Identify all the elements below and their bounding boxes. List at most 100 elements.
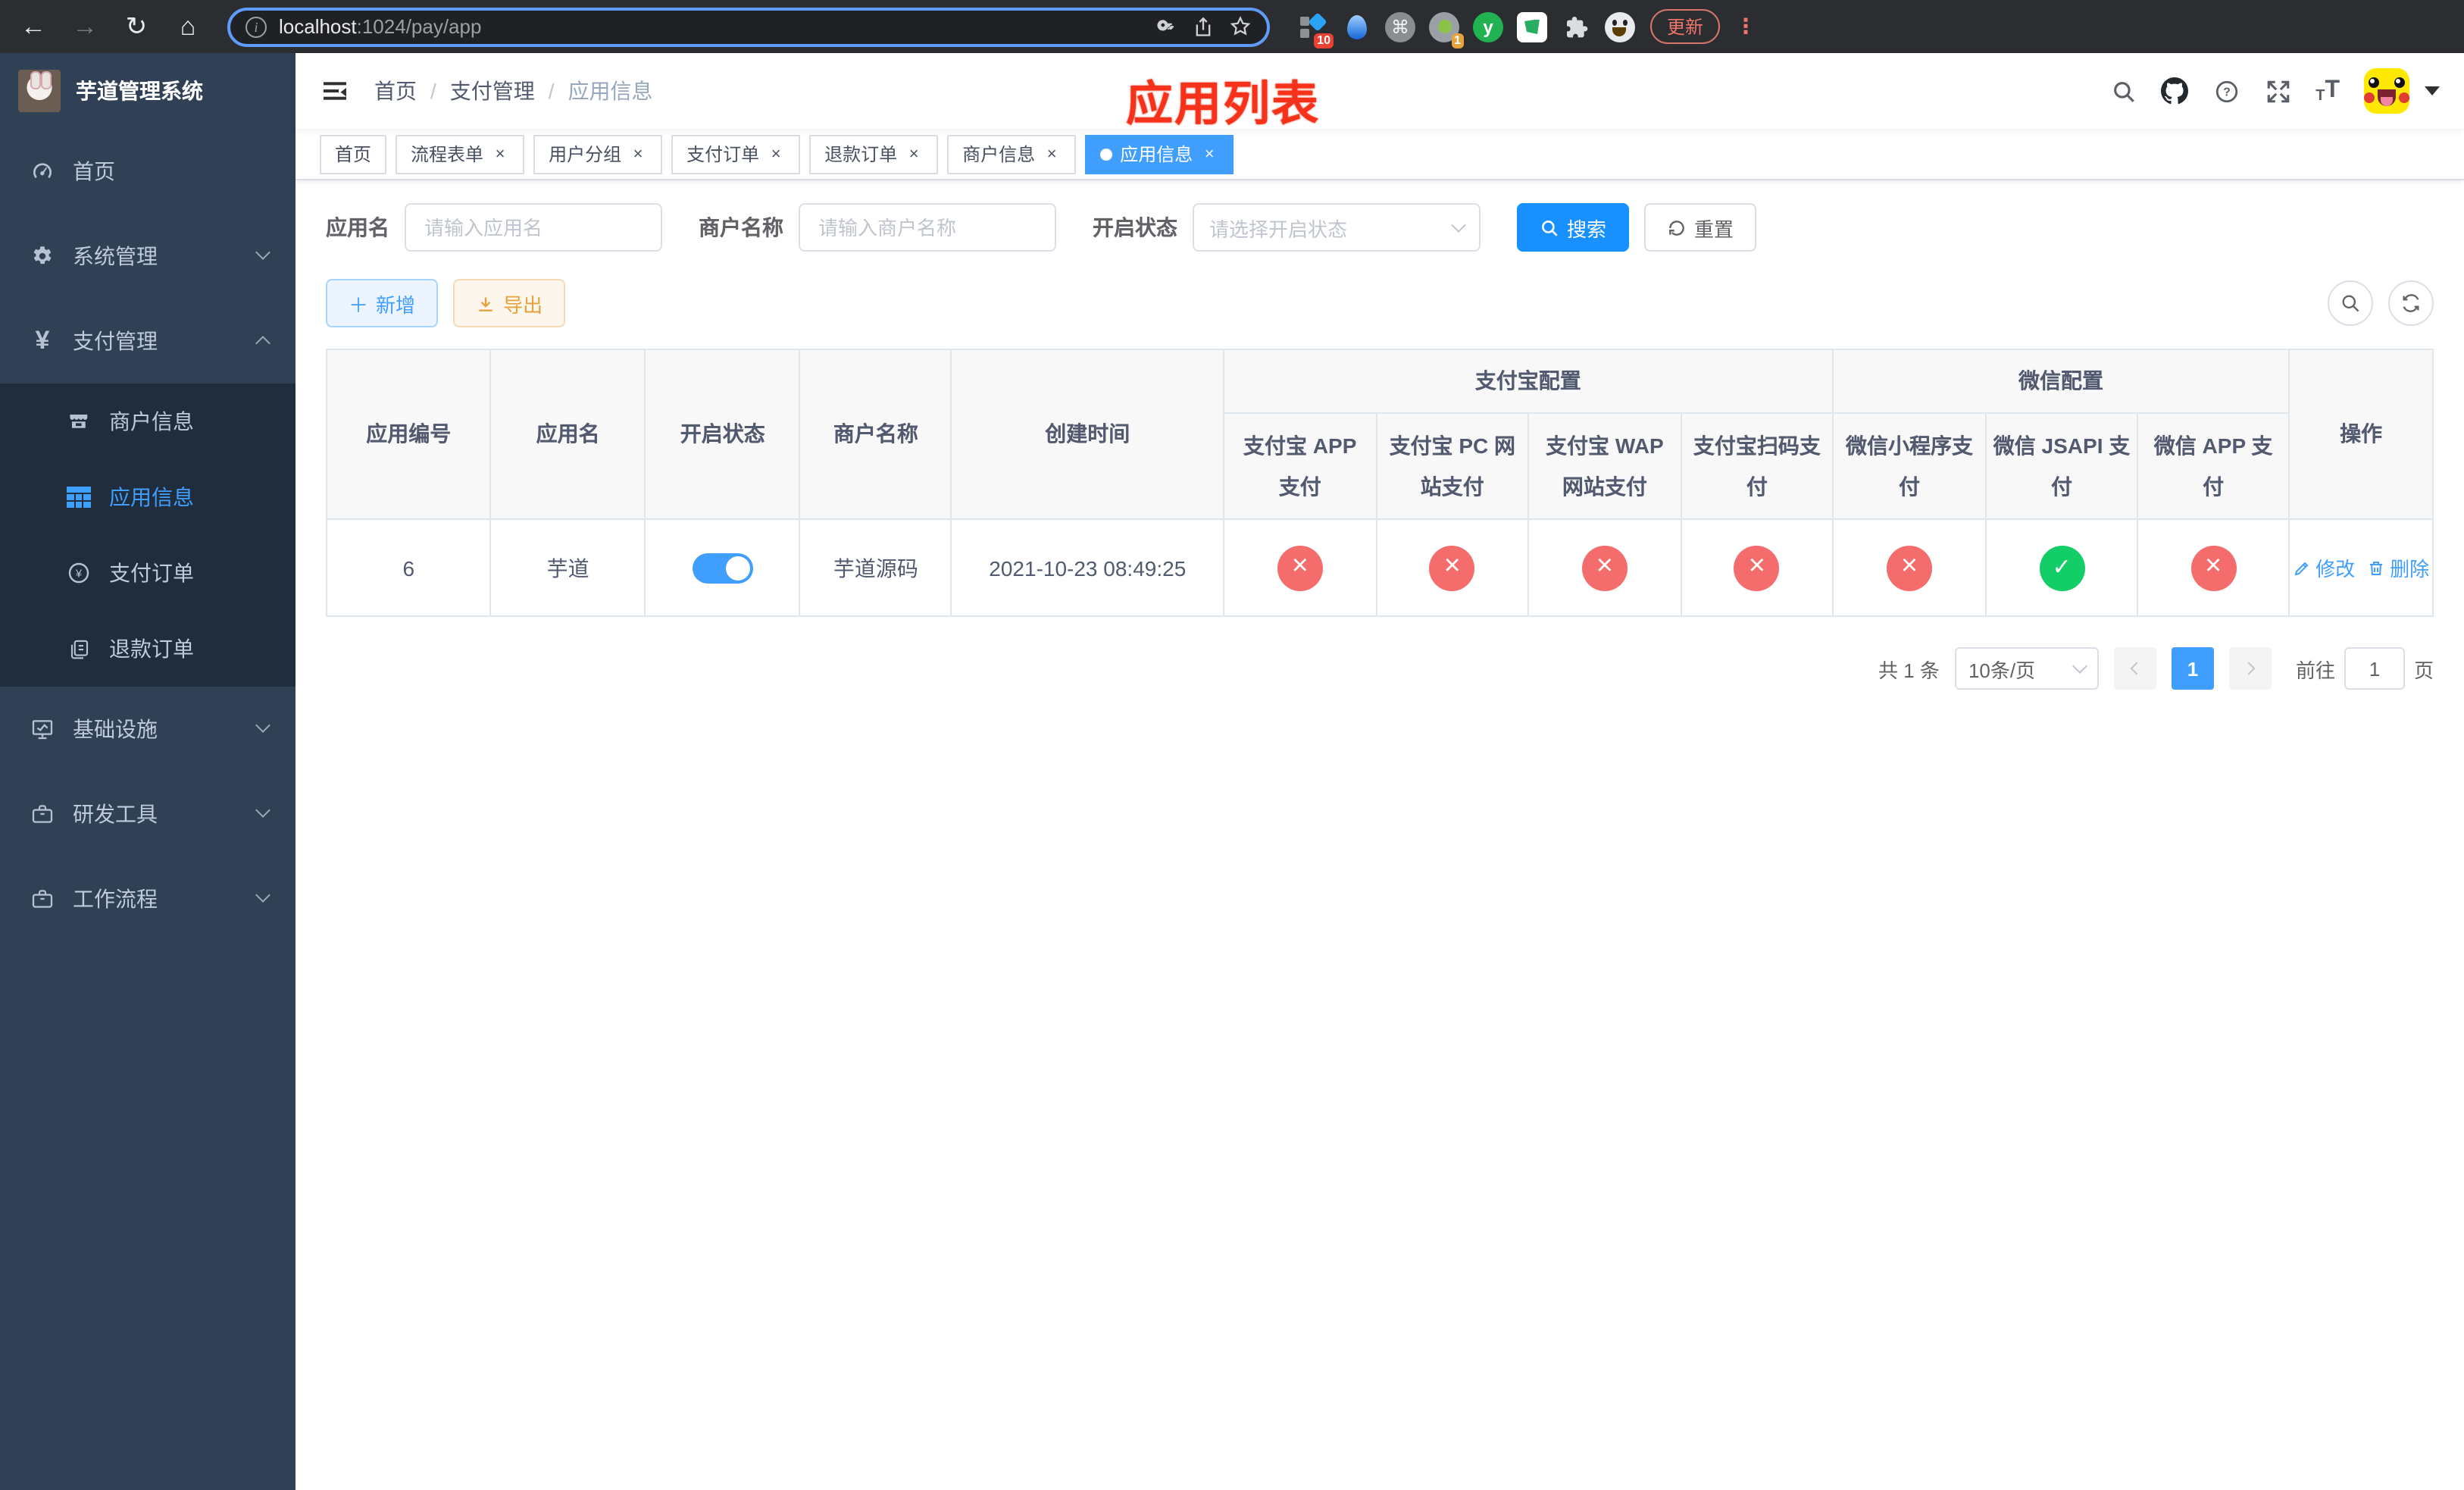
sidebar-item-dev-tools[interactable]: 研发工具 [0,772,295,856]
tag-merchant-info[interactable]: 商户信息 × [947,134,1077,174]
avatar-caret-icon[interactable] [2425,86,2440,95]
enabled-toggle[interactable] [692,552,753,584]
close-icon[interactable]: × [629,145,647,163]
profile-avatar-icon[interactable] [1605,11,1635,42]
sidebar-item-refund-order[interactable]: 退款订单 [0,611,295,687]
breadcrumb: 首页 / 支付管理 / 应用信息 [374,76,653,106]
tag-home[interactable]: 首页 [320,134,387,174]
edit-pencil-icon [2294,561,2309,575]
extension-command-icon[interactable]: ⌘ [1385,11,1415,42]
back-icon[interactable]: ← [15,8,52,45]
col-created: 创建时间 [950,348,1224,521]
goto-label: 前往 [2295,659,2335,682]
sidebar-item-payment[interactable]: ¥ 支付管理 [0,299,295,383]
export-button[interactable]: 导出 [453,279,566,327]
prev-page-button[interactable] [2113,647,2156,690]
sidebar-item-workflow[interactable]: 工作流程 [0,856,295,941]
cell-app-id: 6 [325,518,492,618]
tag-process-form[interactable]: 流程表单 × [396,134,525,174]
download-icon [479,296,492,311]
tag-pay-order[interactable]: 支付订单 × [671,134,801,174]
merchant-name-input[interactable] [799,203,1056,252]
page-annotation: 应用列表 [1126,77,1320,130]
tags-view: 首页 流程表单 × 用户分组 × 支付订单 × 退款订单 × 商户信息 × 应用信息 × [295,129,2464,180]
gear-icon [30,244,55,268]
page-size-select[interactable]: 10条/页 [1954,647,2099,690]
extension-chat-icon[interactable] [1517,11,1547,42]
col-alipay-wap: 支付宝 WAP 网站支付 [1527,412,1682,521]
edit-link[interactable]: 修改 [2293,553,2355,582]
tag-refund-order[interactable]: 退款订单 × [809,134,939,174]
col-actions: 操作 [2288,348,2434,521]
extensions-puzzle-icon[interactable] [1561,11,1591,42]
add-button[interactable]: ＋ 新增 [326,279,439,327]
table-toolbar: ＋ 新增 导出 [326,279,2434,327]
font-size-icon[interactable]: TT [2315,77,2340,105]
browser-menu-icon[interactable]: ⋮ [1735,14,1756,39]
close-icon[interactable]: × [1200,145,1218,163]
forward-icon[interactable]: → [67,8,103,45]
page-number-button[interactable]: 1 [2171,647,2214,690]
sidebar-collapse-icon[interactable] [320,76,350,106]
breadcrumb-home[interactable]: 首页 [374,76,417,106]
sidebar-item-merchant-info[interactable]: 商户信息 [0,383,295,459]
app-name-input[interactable] [405,203,662,252]
site-info-icon[interactable]: i [245,16,267,37]
fullscreen-icon[interactable] [2264,77,2291,105]
pagination: 共 1 条 10条/页 1 前往 页 [326,647,2434,690]
table-row: 6 芋道 芋道源码 2021-10-23 08:49:25 × × × × × … [325,518,2434,618]
chrome-update-button[interactable]: 更新 [1650,9,1721,44]
close-icon[interactable]: × [767,145,785,163]
sidebar-item-infrastructure[interactable]: 基础设施 [0,687,295,772]
close-icon[interactable]: × [905,145,923,163]
bookmark-star-icon[interactable] [1229,15,1252,38]
status-select[interactable]: 请选择开启状态 [1193,203,1481,252]
sidebar-item-home[interactable]: 首页 [0,129,295,214]
alipay-wap-status-icon [1581,545,1628,591]
dashboard-icon [30,159,55,183]
next-page-button[interactable] [2228,647,2272,690]
yen-icon: ¥ [35,326,50,355]
sidebar-menu: 首页 系统管理 ¥ 支付管理 商户信息 应用信息 ¥ 支付订单 退款订单 基础设… [0,129,295,1490]
close-icon[interactable]: × [1043,145,1061,163]
total-count: 共 1 条 [1878,659,1940,682]
monitor-icon [30,717,55,741]
url-text[interactable]: localhost:1024/pay/app [279,15,1143,38]
reset-button[interactable]: 重置 [1644,203,1757,252]
extension-blocks-icon[interactable]: 10 [1297,11,1334,48]
password-key-icon[interactable] [1155,15,1177,38]
group-wechat-config: 微信配置 [1831,349,2290,414]
extension-camera-icon[interactable]: 1 [1429,11,1464,48]
toolbox-icon [30,802,55,826]
sidebar-item-pay-order[interactable]: ¥ 支付订单 [0,535,295,611]
search-icon[interactable] [2109,77,2137,105]
sidebar-item-app-info[interactable]: 应用信息 [0,459,295,535]
home-icon[interactable]: ⌂ [170,8,206,45]
toggle-search-button[interactable] [2328,280,2373,326]
delete-link[interactable]: 删除 [2367,553,2429,582]
tag-user-group[interactable]: 用户分组 × [533,134,663,174]
user-avatar[interactable] [2364,68,2409,114]
goto-page-input[interactable] [2344,647,2405,690]
help-icon[interactable]: ? [2212,77,2240,105]
browser-toolbar: ← → ↻ ⌂ i localhost:1024/pay/app 10 ⌘ 1 [0,0,2464,53]
col-alipay-pc: 支付宝 PC 网站支付 [1375,412,1529,521]
sidebar-item-system[interactable]: 系统管理 [0,214,295,299]
github-icon[interactable] [2161,77,2189,105]
extension-balloon-icon[interactable] [1341,11,1371,42]
share-icon[interactable] [1193,14,1214,39]
search-button[interactable]: 搜索 [1517,203,1630,252]
chevron-down-icon [255,718,270,733]
top-navbar: 首页 / 支付管理 / 应用信息 应用列表 ? T T [295,53,2464,130]
tag-app-info[interactable]: 应用信息 × [1085,134,1234,174]
extension-y-icon[interactable]: y [1473,11,1503,42]
wechat-lite-status-icon [1886,545,1932,591]
sidebar-logo[interactable]: 芋道管理系统 [0,53,295,129]
group-alipay-config: 支付宝配置 [1222,349,1834,414]
breadcrumb-payment[interactable]: 支付管理 [450,76,535,106]
extension-badge: 1 [1451,33,1464,48]
refresh-button[interactable] [2388,280,2434,326]
reload-icon[interactable]: ↻ [118,8,155,45]
address-bar[interactable]: i localhost:1024/pay/app [227,7,1270,46]
close-icon[interactable]: × [491,145,509,163]
